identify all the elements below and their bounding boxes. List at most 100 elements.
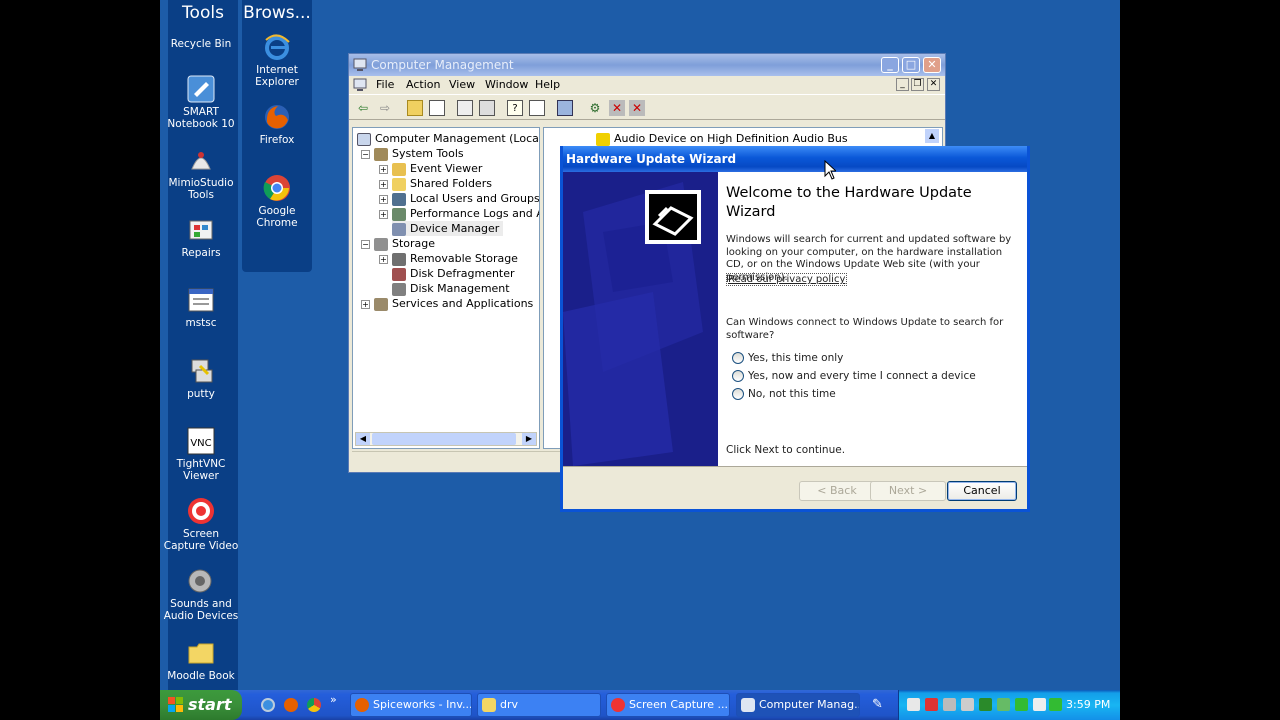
desktop-icon-repairs[interactable]: Repairs (163, 215, 239, 259)
tree-node-services-applications[interactable]: + Services and Applications (361, 296, 533, 311)
privacy-policy-link[interactable]: Read our privacy policy (726, 273, 848, 286)
collapse-icon[interactable]: − (361, 239, 370, 249)
tree-node-system-tools[interactable]: − System Tools (361, 146, 464, 161)
collapse-icon[interactable]: − (361, 149, 370, 159)
tree-horizontal-scrollbar[interactable]: ◀ ▶ (355, 432, 537, 446)
expand-icon[interactable]: + (379, 179, 388, 189)
tree-node-local-users[interactable]: + Local Users and Groups (379, 191, 539, 206)
tray-battery-icon[interactable] (1033, 698, 1046, 711)
view-icon[interactable] (529, 100, 545, 116)
properties-icon[interactable] (457, 100, 473, 116)
console-tree[interactable]: Computer Management (Local) − System Tool… (352, 127, 540, 449)
inner-restore-icon[interactable]: ❐ (911, 78, 924, 91)
tray-update-icon[interactable] (997, 698, 1010, 711)
back-button[interactable]: < Back (799, 481, 875, 501)
tray-green2-icon[interactable] (1049, 698, 1062, 711)
menu-window[interactable]: Window (485, 78, 528, 91)
minimize-button[interactable]: _ (881, 57, 899, 73)
help-icon[interactable]: ? (507, 100, 523, 116)
taskbar-pen-icon[interactable]: ✎ (872, 697, 886, 713)
taskbar-item-spiceworks[interactable]: Spiceworks - Inv... (350, 693, 472, 717)
scroll-up-icon[interactable]: ▲ (925, 129, 939, 143)
expand-icon[interactable]: + (379, 194, 388, 204)
forward-arrow-icon[interactable]: ⇨ (377, 100, 393, 116)
maximize-button[interactable]: □ (902, 57, 920, 73)
quick-launch-more-button[interactable]: » (330, 693, 337, 706)
desktop-icon-sounds[interactable]: Sounds and Audio Devices (163, 566, 239, 622)
tree-node-shared-folders[interactable]: + Shared Folders (379, 176, 492, 191)
tree-node-disk-management[interactable]: Disk Management (392, 281, 510, 296)
radio-circle[interactable] (732, 388, 744, 400)
close-button[interactable]: ✕ (923, 57, 941, 73)
expand-icon[interactable]: + (379, 254, 388, 264)
wizard-titlebar[interactable]: Hardware Update Wizard (563, 146, 1027, 172)
mmc-icon (353, 78, 367, 91)
desktop-icon-screen-capture[interactable]: Screen Capture Video (163, 496, 239, 552)
computer-management-titlebar[interactable]: Computer Management _ □ ✕ (349, 54, 945, 76)
menu-file[interactable]: File (376, 78, 394, 91)
menu-help[interactable]: Help (535, 78, 560, 91)
desktop-icon-mimiostudio[interactable]: MimioStudio Tools (163, 145, 239, 201)
tray-shield-icon[interactable] (943, 698, 956, 711)
inner-close-icon[interactable]: ✕ (927, 78, 940, 91)
desktop-icon-recycle-bin[interactable]: Recycle Bin (163, 38, 239, 50)
taskbar-item-screen-capture[interactable]: Screen Capture ... (606, 693, 730, 717)
desktop-icon-tightvnc[interactable]: VNC TightVNC Viewer (163, 426, 239, 482)
desktop-icon-moodle-book[interactable]: Moodle Book (163, 638, 239, 682)
tray-volume-icon[interactable] (961, 698, 974, 711)
show-tree-icon[interactable] (429, 100, 445, 116)
tree-node-event-viewer[interactable]: + Event Viewer (379, 161, 482, 176)
up-folder-icon[interactable] (407, 100, 423, 116)
putty-icon (186, 356, 216, 386)
firefox-icon (355, 698, 369, 712)
hardware-update-wizard[interactable]: Hardware Update Wizard Welcome to the Ha… (560, 146, 1030, 512)
inner-minimize-icon[interactable]: _ (896, 78, 909, 91)
desktop-icon-putty[interactable]: putty (163, 356, 239, 400)
tree-node-disk-defragmenter[interactable]: Disk Defragmenter (392, 266, 515, 281)
scroll-right-icon[interactable]: ▶ (522, 433, 536, 445)
taskbar-item-computer-management[interactable]: Computer Manag... (736, 693, 860, 717)
tray-clock[interactable]: 3:59 PM (1066, 698, 1110, 711)
device-list-item-audio[interactable]: Audio Device on High Definition Audio Bu… (596, 131, 848, 146)
scan-hardware-icon[interactable] (557, 100, 573, 116)
scroll-left-icon[interactable]: ◀ (356, 433, 370, 445)
start-button[interactable]: start (160, 690, 242, 720)
radio-yes-every-time[interactable]: Yes, now and every time I connect a devi… (732, 369, 976, 383)
desktop-icon-internet-explorer[interactable]: Internet Explorer (239, 32, 315, 88)
tray-green-icon[interactable] (1015, 698, 1028, 711)
taskbar-item-drv[interactable]: drv (477, 693, 601, 717)
tray-flag-icon[interactable] (907, 698, 920, 711)
desktop-icon-mstsc[interactable]: mstsc (163, 285, 239, 329)
desktop-icon-smart-notebook[interactable]: SMART Notebook 10 (163, 74, 239, 130)
print-icon[interactable] (479, 100, 495, 116)
next-button[interactable]: Next > (870, 481, 946, 501)
cancel-button[interactable]: Cancel (947, 481, 1017, 501)
tree-node-storage[interactable]: − Storage (361, 236, 435, 251)
radio-circle[interactable] (732, 370, 744, 382)
scroll-thumb[interactable] (372, 433, 516, 445)
radio-no-not-this-time[interactable]: No, not this time (732, 387, 836, 401)
desktop-icon-firefox[interactable]: Firefox (239, 102, 315, 146)
radio-circle[interactable] (732, 352, 744, 364)
tree-node-device-manager[interactable]: Device Manager (392, 221, 504, 236)
update-driver-icon[interactable]: ⚙ (587, 100, 603, 116)
menu-view[interactable]: View (449, 78, 475, 91)
tree-node-computer-management[interactable]: Computer Management (Local) (357, 131, 539, 146)
svg-text:VNC: VNC (190, 438, 211, 449)
expand-icon[interactable]: + (379, 209, 388, 219)
uninstall-device-icon[interactable]: ✕ (629, 100, 645, 116)
tray-network-icon[interactable] (979, 698, 992, 711)
expand-icon[interactable]: + (379, 164, 388, 174)
radio-yes-this-time[interactable]: Yes, this time only (732, 351, 843, 365)
quick-launch-chrome-icon[interactable] (307, 698, 321, 712)
quick-launch-ie-icon[interactable] (261, 698, 275, 712)
tree-node-removable-storage[interactable]: + Removable Storage (379, 251, 518, 266)
disable-device-icon[interactable]: ✕ (609, 100, 625, 116)
tree-node-performance-logs[interactable]: +Performance Logs and Alerts (379, 206, 539, 221)
desktop-icon-chrome[interactable]: Google Chrome (239, 173, 315, 229)
quick-launch-firefox-icon[interactable] (284, 698, 298, 712)
tray-red-icon[interactable] (925, 698, 938, 711)
expand-icon[interactable]: + (361, 299, 370, 309)
back-arrow-icon[interactable]: ⇦ (355, 100, 371, 116)
menu-action[interactable]: Action (406, 78, 440, 91)
